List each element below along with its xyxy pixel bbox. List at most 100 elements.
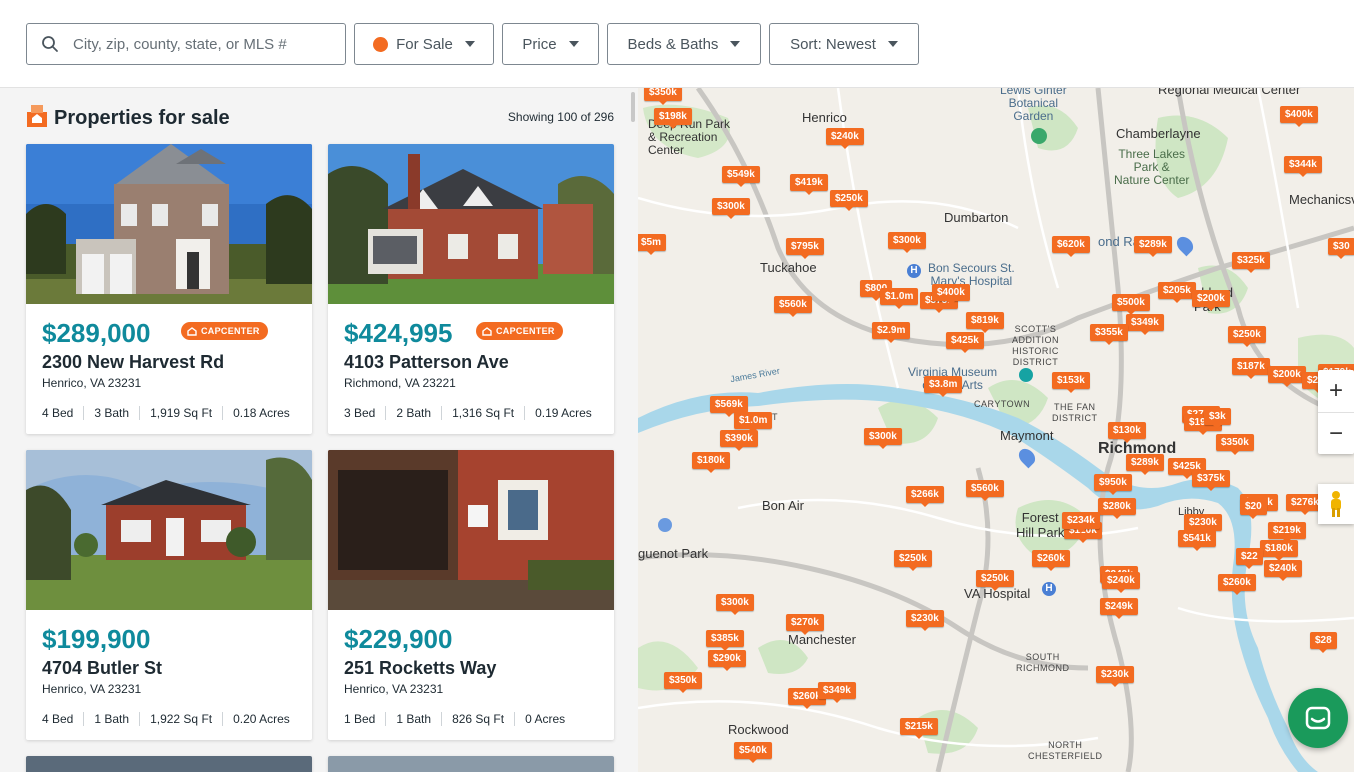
price-marker[interactable]: $390k [720,430,758,451]
district-label: NORTH CHESTERFIELD [1028,740,1103,761]
price-marker[interactable]: $249k [1100,598,1138,619]
hospital-icon[interactable]: H [907,264,921,278]
price-marker[interactable]: $540k [734,742,772,763]
price-marker[interactable]: $20 [1240,498,1267,519]
price-marker[interactable]: $500k [1112,294,1150,315]
price-marker[interactable]: $290k [708,650,746,671]
price-marker[interactable]: $5m [638,234,667,255]
price-marker[interactable]: $300k [864,428,902,449]
price-marker[interactable]: $950k [1094,474,1132,495]
price-marker[interactable]: $355k [1090,324,1128,345]
price-marker[interactable]: $198k [654,108,692,129]
price-marker[interactable]: $349k [818,682,856,703]
price-marker[interactable]: $130k [1108,422,1146,443]
zoom-out-button[interactable]: − [1318,412,1354,454]
poi-label: Regional Medical Center [1158,88,1301,97]
listing-card[interactable]: $199,900 4704 Butler St Henrico, VA 2323… [26,450,312,740]
price-marker[interactable]: $250k [976,570,1014,591]
price-marker[interactable]: $344k [1284,156,1322,177]
price-marker[interactable]: $3.8m [924,376,963,397]
price-marker[interactable]: $289k [1126,454,1164,475]
price-marker[interactable]: $219k [1268,522,1306,543]
street-view-pegman-icon[interactable] [1318,484,1354,524]
listing-card[interactable] [26,756,312,772]
listing-card[interactable] [328,756,614,772]
price-marker[interactable]: $549k [722,166,760,187]
price-label: Price [522,35,557,53]
price-marker[interactable]: $270k [786,614,824,635]
price-marker[interactable]: $3k [1204,408,1231,429]
price-marker[interactable]: $280k [1098,498,1136,519]
price-marker[interactable]: $180k [692,452,730,473]
price-marker[interactable]: $350k [1216,434,1254,455]
price-marker[interactable]: $200k [1192,290,1230,311]
listing-panel[interactable]: Properties for sale Showing 100 of 296 $… [0,88,634,772]
price-marker[interactable]: $205k [1158,282,1196,303]
hospital-icon[interactable]: H [1042,582,1056,596]
price-marker[interactable]: $230k [906,610,944,631]
price-marker[interactable]: $200k [1268,366,1306,387]
price-marker[interactable]: $425k [946,332,984,353]
price-marker[interactable]: $260k [1218,574,1256,595]
price-marker[interactable]: $240k [826,128,864,149]
price-marker[interactable]: $400k [932,284,970,305]
price-marker[interactable]: $300k [888,232,926,253]
price-marker[interactable]: $560k [966,480,1004,501]
price-marker[interactable]: $250k [894,550,932,571]
chat-button[interactable] [1288,688,1348,748]
price-marker[interactable]: $240k [1102,572,1140,593]
price-marker[interactable]: $569k [710,396,748,417]
price-marker[interactable]: $153k [1052,372,1090,393]
sort-button[interactable]: Sort: Newest [769,23,919,65]
for-sale-filter-button[interactable]: For Sale [354,23,494,65]
price-marker[interactable]: $400k [1280,106,1318,127]
place-label: Rockwood [728,722,789,737]
zoom-in-button[interactable]: + [1318,370,1354,412]
beds-baths-filter-button[interactable]: Beds & Baths [607,23,761,65]
price-marker[interactable]: $260k [1032,550,1070,571]
price-filter-button[interactable]: Price [502,23,599,65]
price-marker[interactable]: $300k [712,198,750,219]
price-marker[interactable]: $560k [774,296,812,317]
price-marker[interactable]: $1.0m [734,412,773,433]
list-scrollbar[interactable] [631,92,635,122]
price-marker[interactable]: $350k [664,672,702,693]
park-icon[interactable] [658,518,672,532]
map[interactable]: Henrico Deep Run Park& RecreationCenter … [638,88,1354,772]
price-marker[interactable]: $230k [1096,666,1134,687]
price-marker[interactable]: $795k [786,238,824,259]
price-marker[interactable]: $234k [1062,512,1100,533]
price-marker[interactable]: $1.0m [880,288,919,309]
listing-card[interactable]: $229,900 251 Rocketts Way Henrico, VA 23… [328,450,614,740]
price-marker[interactable]: $419k [790,174,828,195]
price-marker[interactable]: $541k [1178,530,1216,551]
listing-card[interactable]: $424,995 CAPCENTER 4103 Patterson Ave Ri… [328,144,614,434]
price-marker[interactable]: $300k [716,594,754,615]
listing-card[interactable]: $289,000 CAPCENTER 2300 New Harvest Rd H… [26,144,312,434]
museum-icon[interactable] [1019,368,1033,382]
price-marker[interactable]: $240k [1264,560,1302,581]
price-marker[interactable]: $187k [1232,358,1270,379]
price-marker[interactable]: $250k [1228,326,1266,347]
listing-sqft: 1,316 Sq Ft [441,406,524,420]
price-marker[interactable]: $349k [1126,314,1164,335]
search-input[interactable] [73,35,333,53]
price-marker[interactable]: $30 [1328,238,1354,259]
price-marker[interactable]: $620k [1052,236,1090,257]
price-marker[interactable]: $215k [900,718,938,739]
price-marker[interactable]: $375k [1192,470,1230,491]
garden-icon[interactable] [1031,128,1047,144]
price-marker[interactable]: $266k [906,486,944,507]
price-marker[interactable]: $230k [1184,514,1222,535]
price-marker[interactable]: $289k [1134,236,1172,257]
price-marker[interactable]: $819k [966,312,1004,333]
price-marker[interactable]: $28 [1310,632,1337,653]
price-marker[interactable]: $350k [644,88,682,105]
price-marker[interactable]: $2.9m [872,322,911,343]
price-marker[interactable]: $250k [830,190,868,211]
price-marker[interactable]: $22 [1236,548,1263,569]
search-box[interactable] [26,23,346,65]
price-marker[interactable]: $385k [706,630,744,651]
price-marker[interactable]: $325k [1232,252,1270,273]
price-marker[interactable]: $180k [1260,540,1298,561]
